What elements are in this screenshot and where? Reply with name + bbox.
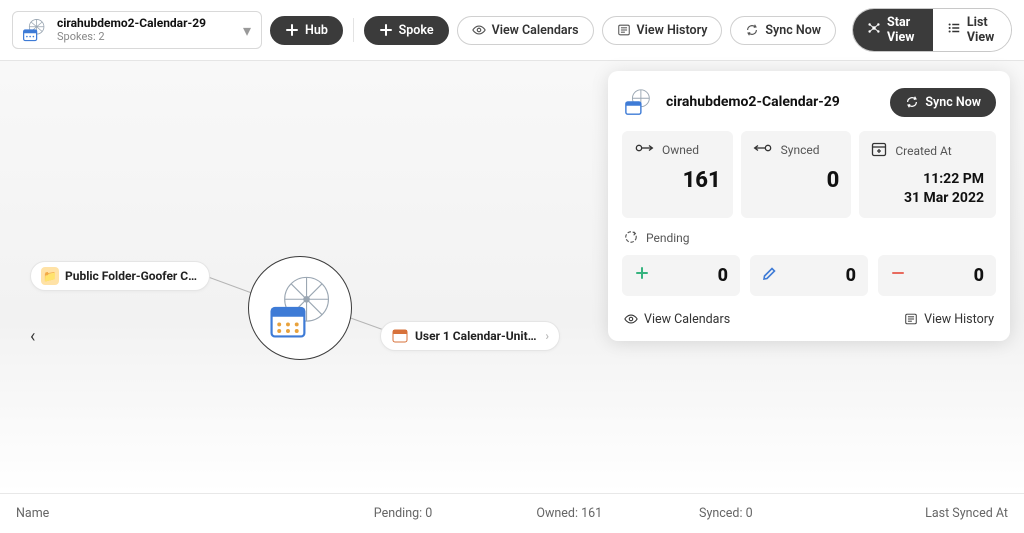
view-calendars-button[interactable]: View Calendars [457, 16, 594, 45]
calendar-plus-icon [871, 141, 887, 160]
hub-canvas: ‹ 📁 Public Folder-Goofer Cal... User 1 C… [0, 61, 1024, 493]
hub-calendar-icon [265, 273, 335, 343]
hub-calendar-icon [21, 16, 49, 44]
list-view-toggle[interactable]: List View [933, 9, 1011, 51]
stat-created-time: 11:22 PM [871, 170, 984, 189]
view-history-label: View History [637, 23, 708, 38]
star-view-label: Star View [887, 15, 919, 45]
stat-created-label: Created At [895, 144, 951, 158]
pending-label: Pending [646, 231, 690, 245]
panel-sync-now-button[interactable]: Sync Now [890, 88, 996, 117]
prev-arrow[interactable]: ‹ [30, 326, 35, 347]
owned-icon [634, 141, 654, 158]
public-folder-icon: 📁 [41, 267, 59, 285]
separator [353, 18, 354, 42]
pencil-icon [762, 265, 778, 285]
pending-delete: 0 [878, 255, 996, 296]
sync-icon [745, 23, 759, 37]
minus-icon [890, 265, 906, 285]
col-synced[interactable]: Synced: 0 [699, 506, 862, 521]
stat-owned-value: 161 [634, 168, 721, 193]
pending-add: 0 [622, 255, 740, 296]
stat-owned-label: Owned [662, 143, 699, 157]
plus-icon [285, 23, 299, 37]
stat-created-date: 31 Mar 2022 [871, 189, 984, 208]
sync-now-button[interactable]: Sync Now [730, 16, 836, 45]
hub-selector-title: cirahubdemo2-Calendar-29 [57, 17, 235, 31]
hub-detail-panel: cirahubdemo2-Calendar-29 Sync Now Owned … [608, 71, 1010, 341]
panel-title: cirahubdemo2-Calendar-29 [666, 94, 880, 110]
hub-selector-subtitle: Spokes: 2 [57, 31, 235, 44]
col-name[interactable]: Name [16, 506, 374, 521]
history-icon [617, 23, 631, 37]
plus-icon [379, 23, 393, 37]
history-icon [904, 312, 918, 326]
pending-edit-value: 0 [846, 265, 856, 286]
view-calendars-label: View Calendars [492, 23, 579, 38]
hub-selector[interactable]: cirahubdemo2-Calendar-29 Spokes: 2 ▾ [12, 11, 262, 49]
view-toggle: Star View List View [852, 8, 1012, 52]
add-spoke-label: Spoke [399, 23, 434, 38]
col-pending[interactable]: Pending: 0 [374, 506, 537, 521]
panel-view-calendars[interactable]: View Calendars [624, 312, 730, 327]
plus-icon [634, 265, 650, 285]
topbar: cirahubdemo2-Calendar-29 Spokes: 2 ▾ Hub… [0, 0, 1024, 61]
synced-icon [753, 141, 773, 158]
view-history-button[interactable]: View History [602, 16, 723, 45]
spoke-label: User 1 Calendar-United … [415, 329, 539, 343]
add-spoke-button[interactable]: Spoke [364, 16, 449, 45]
stat-synced-value: 0 [753, 168, 840, 193]
add-hub-label: Hub [305, 23, 328, 38]
panel-view-calendars-label: View Calendars [644, 312, 730, 327]
stat-created: Created At 11:22 PM 31 Mar 2022 [859, 131, 996, 218]
pending-icon [624, 230, 638, 247]
hub-node[interactable] [248, 256, 352, 360]
chevron-down-icon: ▾ [243, 21, 251, 40]
pending-edit: 0 [750, 255, 868, 296]
list-view-label: List View [967, 15, 997, 45]
list-view-icon [947, 21, 961, 39]
panel-view-history[interactable]: View History [904, 312, 994, 327]
stat-owned: Owned 161 [622, 131, 733, 218]
eye-icon [472, 23, 486, 37]
user-calendar-icon [391, 327, 409, 345]
sync-icon [905, 95, 919, 109]
list-header: Name Pending: 0 Owned: 161 Synced: 0 Las… [0, 493, 1024, 533]
pending-delete-value: 0 [974, 265, 984, 286]
sync-now-label: Sync Now [765, 23, 821, 38]
stat-synced-label: Synced [781, 143, 820, 157]
spoke-pill-user-calendar[interactable]: User 1 Calendar-United … › [380, 321, 560, 351]
chevron-right-icon: › [545, 329, 549, 343]
hub-calendar-icon [622, 85, 656, 119]
pending-add-value: 0 [718, 265, 728, 286]
col-last-synced[interactable]: Last Synced At [862, 506, 1008, 521]
star-view-toggle[interactable]: Star View [853, 9, 933, 51]
add-hub-button[interactable]: Hub [270, 16, 343, 45]
spoke-label: Public Folder-Goofer Cal... [65, 269, 199, 283]
star-view-icon [867, 21, 881, 39]
panel-sync-now-label: Sync Now [925, 95, 981, 110]
stat-synced: Synced 0 [741, 131, 852, 218]
col-owned[interactable]: Owned: 161 [536, 506, 699, 521]
eye-icon [624, 312, 638, 326]
panel-view-history-label: View History [924, 312, 994, 327]
spoke-pill-public-folder[interactable]: 📁 Public Folder-Goofer Cal... [30, 261, 210, 291]
